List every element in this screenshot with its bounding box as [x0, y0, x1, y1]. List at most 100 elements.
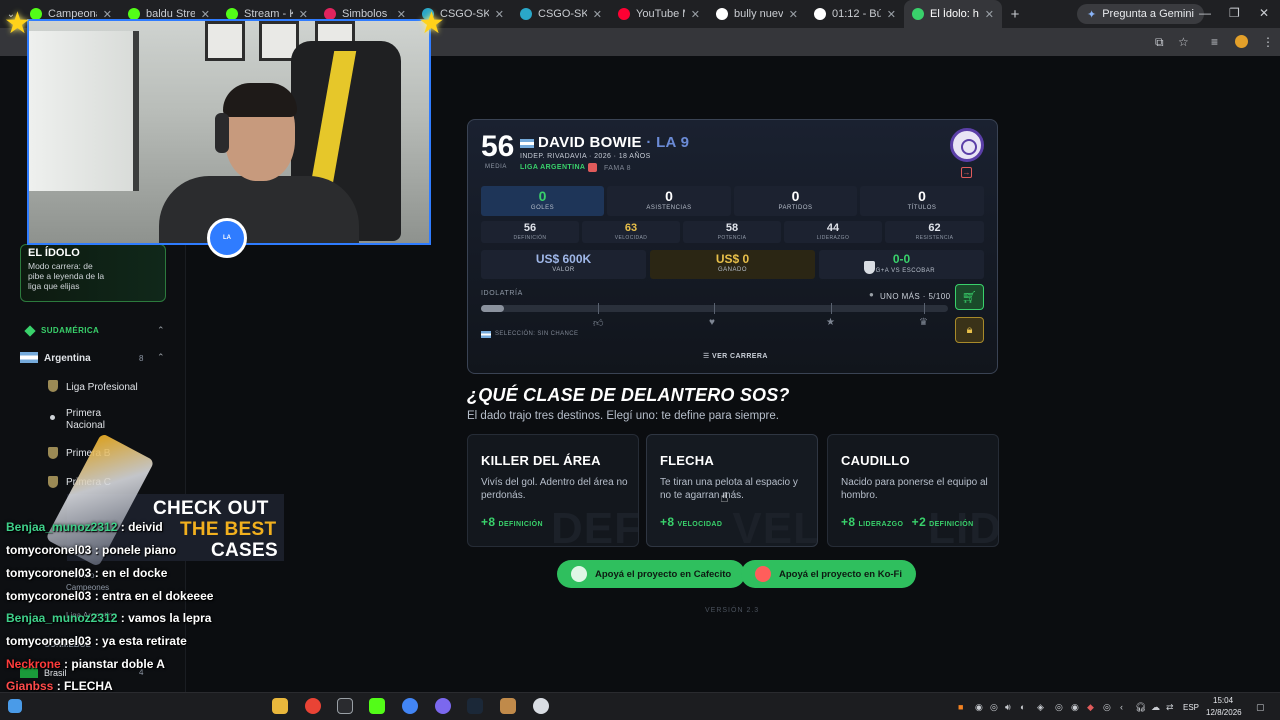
- valor-box: US$ 600K VALOR: [481, 250, 646, 279]
- rival-shield-icon: [864, 261, 875, 274]
- tray-icon[interactable]: ‹: [1120, 702, 1123, 712]
- app-icon[interactable]: [500, 698, 516, 714]
- chrome-icon[interactable]: [402, 698, 418, 714]
- menu-dots-icon[interactable]: ⋮: [1262, 35, 1274, 49]
- chat-text: : vamos la lepra: [120, 611, 212, 625]
- tray-icon[interactable]: ◉: [1071, 702, 1079, 713]
- clock-date[interactable]: 12/8/2026: [1206, 708, 1242, 717]
- heart-icon: ♥: [709, 317, 715, 328]
- star-icon: ★: [826, 317, 835, 328]
- gemini-button[interactable]: ✦ Pregunta a Gemini: [1077, 4, 1204, 24]
- tab-8[interactable]: 01:12 - Búsque✕: [806, 0, 904, 28]
- headset-icon[interactable]: 🎧︎: [1135, 702, 1146, 713]
- section-sudamerica[interactable]: SUDAMÉRICA: [41, 326, 99, 335]
- discord-icon[interactable]: [435, 698, 451, 714]
- chevron-up-icon[interactable]: ⌃: [157, 325, 165, 336]
- choice-killer-del-area[interactable]: DEF KILLER DEL ÁREA Vivís del gol. Adent…: [467, 434, 639, 547]
- cafecito-icon: [571, 566, 587, 582]
- kofi-button[interactable]: Apoyá el proyecto en Ko-Fi: [741, 560, 916, 588]
- media-label: MEDIA: [485, 164, 508, 170]
- tray-icon[interactable]: ◈: [1037, 702, 1044, 713]
- restore-icon[interactable]: ❐: [1229, 6, 1240, 20]
- chat-message: tomycoronel03 : ya esta retirate: [6, 634, 187, 648]
- idolo-icon: [912, 8, 924, 20]
- bookmark-star-icon[interactable]: ☆: [1178, 35, 1189, 49]
- question-title: ¿QUÉ CLASE DE DELANTERO SOS?: [467, 385, 790, 405]
- chrome-icon[interactable]: [305, 698, 321, 714]
- chat-text: : FLECHA: [56, 679, 113, 693]
- star-icon: ★: [418, 7, 445, 40]
- clock-time[interactable]: 15:04: [1213, 696, 1233, 705]
- club-badge: [950, 128, 984, 162]
- media-icon[interactable]: ≡: [1211, 35, 1218, 49]
- close-icon[interactable]: ✕: [985, 8, 994, 21]
- install-icon[interactable]: ⧉: [1155, 35, 1164, 50]
- profile-avatar[interactable]: [1235, 35, 1248, 48]
- tab-9-active[interactable]: El Ídolo: hacé✕: [904, 0, 1002, 28]
- obs-icon[interactable]: [533, 698, 549, 714]
- choice-flecha[interactable]: VEL FLECHA Te tiran una pelota al espaci…: [646, 434, 818, 547]
- close-window-icon[interactable]: ✕: [1259, 6, 1269, 20]
- kick-icon[interactable]: [369, 698, 385, 714]
- ver-carrera-button[interactable]: ☰ VER CARRERA: [703, 352, 768, 360]
- tray-icon[interactable]: ◎: [1103, 702, 1111, 713]
- sidebar-item-argentina[interactable]: Argentina: [44, 353, 91, 364]
- thumbs-up-icon: 👍︎: [593, 318, 604, 329]
- league-shield-icon: [48, 447, 58, 459]
- stat-titulos: 0 TÍTULOS: [860, 186, 984, 216]
- close-icon[interactable]: ✕: [789, 8, 798, 21]
- media-value: 56: [481, 130, 515, 163]
- language-indicator[interactable]: ESP: [1183, 703, 1199, 712]
- list-icon: ☰: [703, 353, 710, 360]
- minimize-icon[interactable]: —: [1199, 6, 1211, 20]
- cafecito-button[interactable]: Apoyá el proyecto en Cafecito: [557, 560, 746, 588]
- ganado-box: US$ 0 GANADO: [650, 250, 815, 279]
- chat-text: : entra en el dokeeee: [94, 589, 214, 603]
- shop-cart-button[interactable]: 🛒︎: [955, 284, 984, 310]
- close-icon[interactable]: ✕: [887, 8, 896, 21]
- headphones-icon: [215, 113, 229, 153]
- exit-icon[interactable]: →: [961, 167, 972, 178]
- steam-icon[interactable]: [467, 698, 483, 714]
- windows-start-icon[interactable]: [8, 699, 22, 713]
- close-icon[interactable]: ✕: [593, 8, 602, 21]
- tray-icon[interactable]: ◐: [1020, 702, 1025, 712]
- globe-icon: [520, 8, 532, 20]
- attr-liderazgo: 44 LIDERAZGO: [784, 221, 882, 243]
- tray-icon[interactable]: ◎: [1055, 702, 1063, 713]
- sidebar-item-primera-nacional[interactable]: Primera Nacional: [66, 408, 136, 432]
- version-label: VERSIÓN 2.3: [705, 607, 760, 614]
- file-explorer-icon[interactable]: [272, 698, 288, 714]
- app-icon[interactable]: [337, 698, 353, 714]
- argentina-count: 8: [139, 354, 144, 363]
- tray-icon[interactable]: ⇄: [1166, 702, 1174, 713]
- notifications-icon[interactable]: ▢: [1256, 702, 1265, 713]
- chat-message: Benjaa_munoz2312 : vamos la lepra: [6, 611, 211, 625]
- tab-7[interactable]: bully nuevo ju✕: [708, 0, 806, 28]
- idolo-card-title: EL ÍDOLO: [28, 247, 80, 259]
- tray-icon[interactable]: ◎: [990, 702, 998, 713]
- chevron-up-icon[interactable]: ⌃: [157, 352, 165, 363]
- close-icon[interactable]: ✕: [495, 8, 504, 21]
- chat-username: tomycoronel03: [6, 566, 92, 580]
- tray-icon[interactable]: ☁: [1151, 702, 1160, 713]
- chat-username: Neckrone: [6, 657, 61, 671]
- star-icon: ★: [4, 7, 31, 40]
- tray-icon[interactable]: ◉: [975, 702, 983, 713]
- lock-button[interactable]: 🔒︎: [955, 317, 984, 343]
- idolatria-progress-fill: [481, 305, 505, 312]
- league-shield-icon: [48, 476, 58, 488]
- speaker-icon[interactable]: 🔊︎: [1005, 702, 1011, 713]
- choice-caudillo[interactable]: LID CAUDILLO Nacido para ponerse el equi…: [827, 434, 999, 547]
- chat-text: : en el docke: [94, 566, 168, 580]
- tray-app-icon[interactable]: ■: [958, 702, 963, 712]
- sidebar-item-liga-profesional[interactable]: Liga Profesional: [66, 382, 138, 393]
- tab-5[interactable]: CSGO-SKINS.C✕: [512, 0, 610, 28]
- question-subtitle: El dado trajo tres destinos. Elegí uno: …: [467, 410, 779, 422]
- kofi-icon: [755, 566, 771, 582]
- new-tab-button[interactable]: +: [1002, 6, 1028, 23]
- tray-icon[interactable]: ◆: [1087, 702, 1094, 713]
- wall-frame: [205, 21, 245, 61]
- close-icon[interactable]: ✕: [691, 8, 700, 21]
- tab-6[interactable]: YouTube Music✕: [610, 0, 708, 28]
